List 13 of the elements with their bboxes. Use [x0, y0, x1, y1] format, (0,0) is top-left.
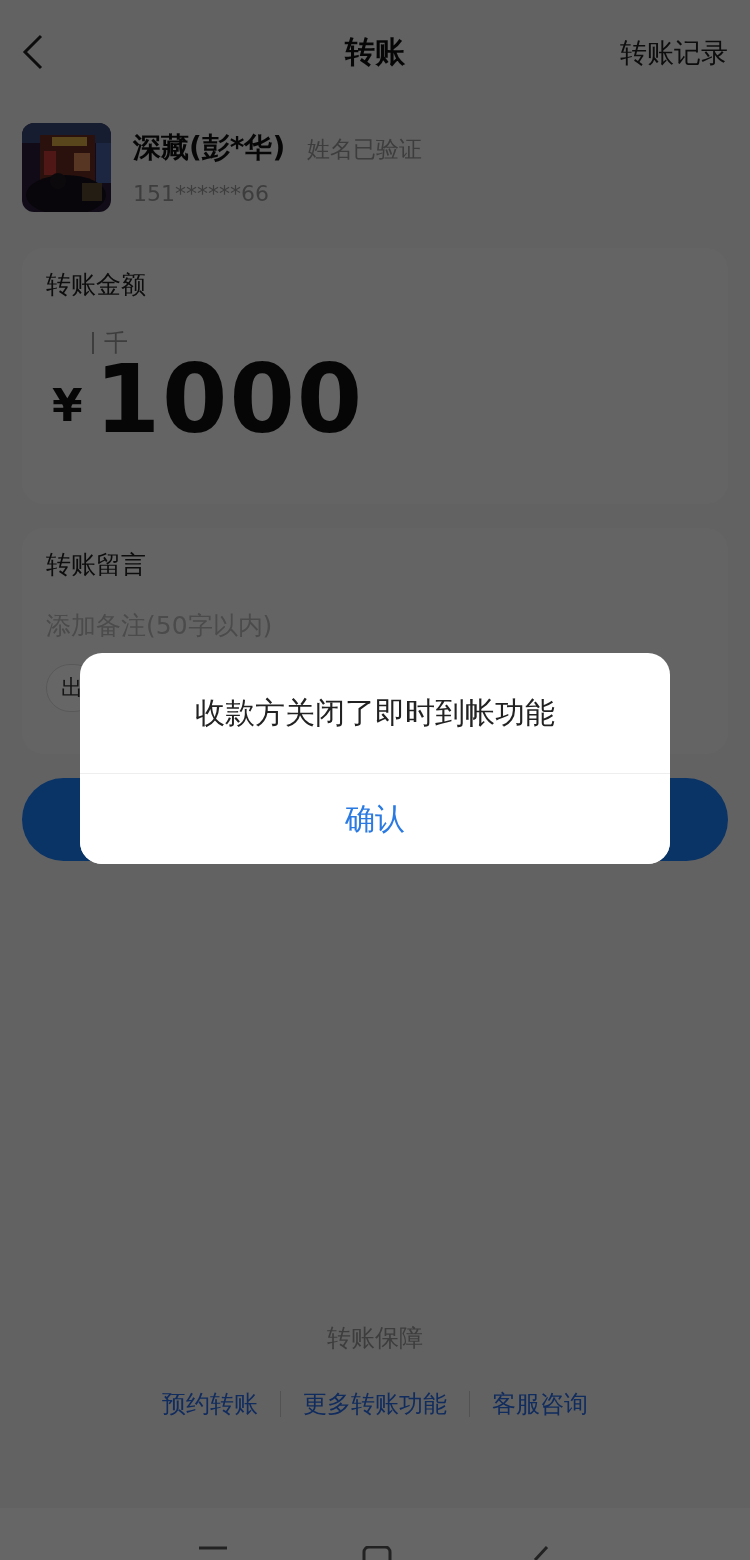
- currency-symbol: ¥: [52, 380, 83, 431]
- transfer-records-link[interactable]: 转账记录: [620, 34, 728, 71]
- dialog-message: 收款方关闭了即时到帐功能: [195, 693, 555, 732]
- amount-value[interactable]: 1000: [94, 353, 365, 447]
- back-icon[interactable]: [22, 33, 44, 70]
- footer-link[interactable]: 更多转账功能: [303, 1388, 447, 1420]
- remark-label: 转账留言: [46, 549, 147, 581]
- amount-label: 转账金额: [46, 269, 147, 301]
- footer-link[interactable]: 客服咨询: [492, 1388, 588, 1420]
- footer-link[interactable]: 预约转账: [162, 1388, 258, 1420]
- home-icon[interactable]: [362, 1546, 392, 1560]
- page-title: 转账: [343, 33, 406, 71]
- recipient-name: 深藏(彭*华): [133, 130, 286, 166]
